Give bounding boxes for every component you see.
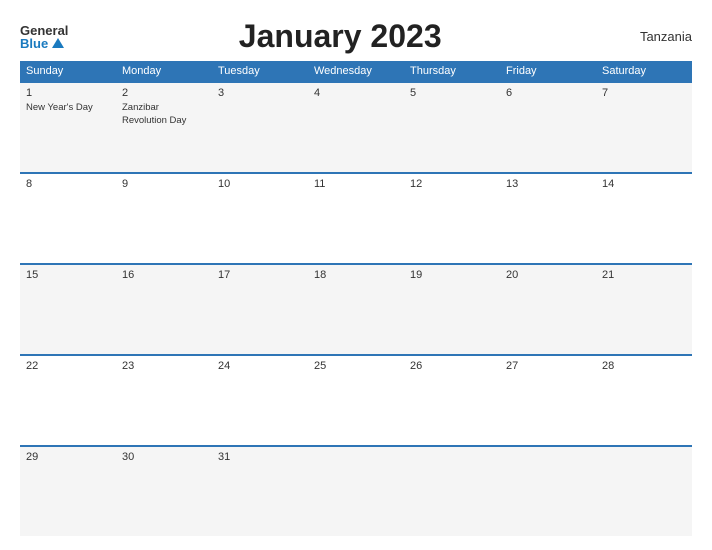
- day-number: 3: [218, 87, 302, 99]
- day-cell-5-4: [308, 447, 404, 536]
- day-number: 18: [314, 269, 398, 281]
- day-cell-3-3: 17: [212, 265, 308, 354]
- day-number: 2: [122, 87, 206, 99]
- header-saturday: Saturday: [596, 61, 692, 81]
- day-cell-2-7: 14: [596, 174, 692, 263]
- week-row-3: 15 16 17 18 19 20 21: [20, 263, 692, 354]
- day-number: 30: [122, 451, 206, 463]
- day-cell-1-4: 4: [308, 83, 404, 172]
- day-cell-5-5: [404, 447, 500, 536]
- day-number: 29: [26, 451, 110, 463]
- calendar-grid: Sunday Monday Tuesday Wednesday Thursday…: [20, 61, 692, 536]
- day-cell-1-3: 3: [212, 83, 308, 172]
- day-cell-4-2: 23: [116, 356, 212, 445]
- day-cell-2-2: 9: [116, 174, 212, 263]
- day-number: 28: [602, 360, 686, 372]
- header-wednesday: Wednesday: [308, 61, 404, 81]
- day-cell-2-5: 12: [404, 174, 500, 263]
- day-number: 26: [410, 360, 494, 372]
- logo-blue-text: Blue: [20, 37, 64, 50]
- day-number: 12: [410, 178, 494, 190]
- day-number: 31: [218, 451, 302, 463]
- day-cell-4-4: 25: [308, 356, 404, 445]
- day-cell-4-3: 24: [212, 356, 308, 445]
- day-cell-3-4: 18: [308, 265, 404, 354]
- day-cell-3-1: 15: [20, 265, 116, 354]
- day-number: 19: [410, 269, 494, 281]
- day-cell-2-3: 10: [212, 174, 308, 263]
- day-number: 11: [314, 178, 398, 190]
- header-thursday: Thursday: [404, 61, 500, 81]
- day-cell-5-1: 29: [20, 447, 116, 536]
- day-cell-5-3: 31: [212, 447, 308, 536]
- day-number: 22: [26, 360, 110, 372]
- day-number: 10: [218, 178, 302, 190]
- day-number: 13: [506, 178, 590, 190]
- logo: General Blue: [20, 24, 68, 50]
- week-row-4: 22 23 24 25 26 27 28: [20, 354, 692, 445]
- week-row-1: 1 New Year's Day 2 Zanzibar Revolution Day 3…: [20, 81, 692, 172]
- day-number: 23: [122, 360, 206, 372]
- day-number: 16: [122, 269, 206, 281]
- day-number: 14: [602, 178, 686, 190]
- day-headers: Sunday Monday Tuesday Wednesday Thursday…: [20, 61, 692, 81]
- day-number: 9: [122, 178, 206, 190]
- logo-triangle-icon: [52, 38, 64, 48]
- header-tuesday: Tuesday: [212, 61, 308, 81]
- header-sunday: Sunday: [20, 61, 116, 81]
- day-cell-5-2: 30: [116, 447, 212, 536]
- day-cell-1-1: 1 New Year's Day: [20, 83, 116, 172]
- weeks-container: 1 New Year's Day 2 Zanzibar Revolution Day 3…: [20, 81, 692, 536]
- day-cell-4-1: 22: [20, 356, 116, 445]
- day-number: 1: [26, 87, 110, 99]
- day-cell-1-2: 2 Zanzibar Revolution Day: [116, 83, 212, 172]
- calendar-page: General Blue January 2023 Tanzania Sunda…: [0, 0, 712, 550]
- day-number: 5: [410, 87, 494, 99]
- day-cell-3-5: 19: [404, 265, 500, 354]
- day-number: 17: [218, 269, 302, 281]
- header-monday: Monday: [116, 61, 212, 81]
- day-number: 7: [602, 87, 686, 99]
- holiday-name: Zanzibar Revolution Day: [122, 102, 186, 126]
- day-cell-3-2: 16: [116, 265, 212, 354]
- day-cell-4-5: 26: [404, 356, 500, 445]
- week-row-5: 29 30 31: [20, 445, 692, 536]
- calendar-header: General Blue January 2023 Tanzania: [20, 18, 692, 55]
- day-cell-2-1: 8: [20, 174, 116, 263]
- day-number: 6: [506, 87, 590, 99]
- day-cell-1-6: 6: [500, 83, 596, 172]
- day-number: 27: [506, 360, 590, 372]
- holiday-name: New Year's Day: [26, 102, 93, 113]
- calendar-title: January 2023: [68, 18, 612, 55]
- day-cell-4-6: 27: [500, 356, 596, 445]
- day-number: 8: [26, 178, 110, 190]
- header-friday: Friday: [500, 61, 596, 81]
- day-cell-5-6: [500, 447, 596, 536]
- day-number: 21: [602, 269, 686, 281]
- day-cell-5-7: [596, 447, 692, 536]
- day-number: 4: [314, 87, 398, 99]
- day-cell-1-7: 7: [596, 83, 692, 172]
- day-cell-3-6: 20: [500, 265, 596, 354]
- day-cell-1-5: 5: [404, 83, 500, 172]
- day-number: 25: [314, 360, 398, 372]
- day-number: 20: [506, 269, 590, 281]
- logo-general-text: General: [20, 24, 68, 37]
- day-cell-2-4: 11: [308, 174, 404, 263]
- day-cell-4-7: 28: [596, 356, 692, 445]
- day-cell-3-7: 21: [596, 265, 692, 354]
- day-cell-2-6: 13: [500, 174, 596, 263]
- day-number: 24: [218, 360, 302, 372]
- country-label: Tanzania: [612, 29, 692, 44]
- day-number: 15: [26, 269, 110, 281]
- week-row-2: 89 10 11 12 13 14: [20, 172, 692, 263]
